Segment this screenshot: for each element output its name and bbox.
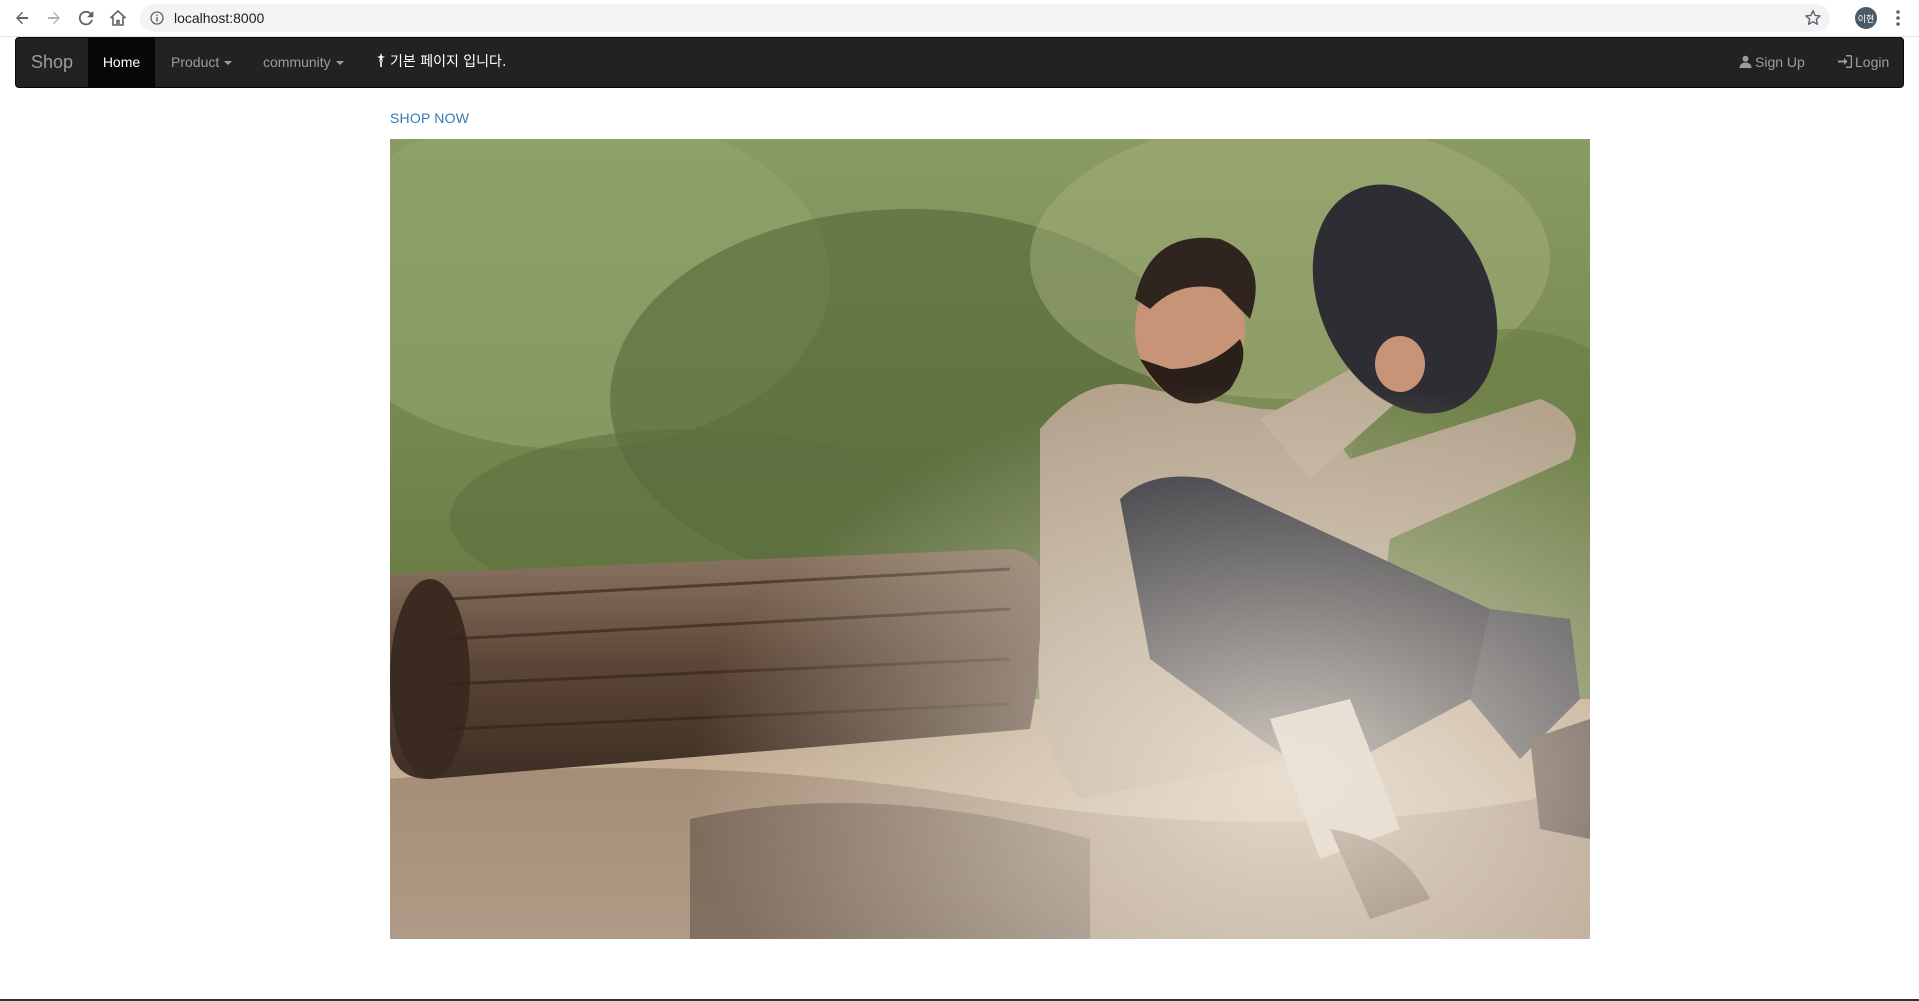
back-arrow-icon[interactable] — [10, 6, 34, 30]
star-icon[interactable] — [1804, 9, 1822, 27]
nav-community-label: community — [263, 54, 331, 70]
chevron-down-icon — [224, 61, 233, 66]
reload-icon[interactable] — [74, 6, 98, 30]
login-label: Login — [1855, 54, 1890, 70]
man-sitting-by-log-photo — [390, 139, 1590, 939]
browser-toolbar: localhost:8000 이현 — [0, 0, 1919, 37]
home-icon[interactable] — [106, 6, 130, 30]
nav-home-label: Home — [102, 54, 141, 70]
grave-icon — [377, 53, 385, 67]
info-icon[interactable] — [150, 11, 164, 25]
chevron-down-icon — [335, 61, 344, 66]
profile-avatar[interactable]: 이현 — [1855, 7, 1877, 29]
navbar-notice: 기본 페이지 입니다. — [376, 38, 506, 87]
nav-product-label: Product — [171, 54, 220, 70]
menu-dots-icon[interactable] — [1892, 8, 1904, 28]
hero-image — [390, 139, 1590, 939]
nav-community-dropdown[interactable]: community — [263, 38, 344, 87]
signup-label: Sign Up — [1755, 54, 1805, 70]
login-link[interactable]: Login — [1838, 38, 1889, 87]
nav-home[interactable]: Home — [88, 38, 155, 87]
shop-now-link[interactable]: SHOP NOW — [390, 110, 469, 126]
login-icon — [1838, 54, 1853, 68]
site-navbar: Shop Home Product community 기본 페이지 입니다. … — [15, 37, 1904, 88]
brand-link[interactable]: Shop — [16, 38, 88, 87]
forward-arrow-icon[interactable] — [42, 6, 66, 30]
nav-product-dropdown[interactable]: Product — [171, 38, 233, 87]
navbar-notice-text: 기본 페이지 입니다. — [390, 54, 507, 70]
user-icon — [1739, 55, 1752, 68]
url-text[interactable]: localhost:8000 — [174, 4, 264, 32]
address-bar[interactable]: localhost:8000 — [140, 4, 1830, 32]
signup-link[interactable]: Sign Up — [1739, 38, 1805, 87]
